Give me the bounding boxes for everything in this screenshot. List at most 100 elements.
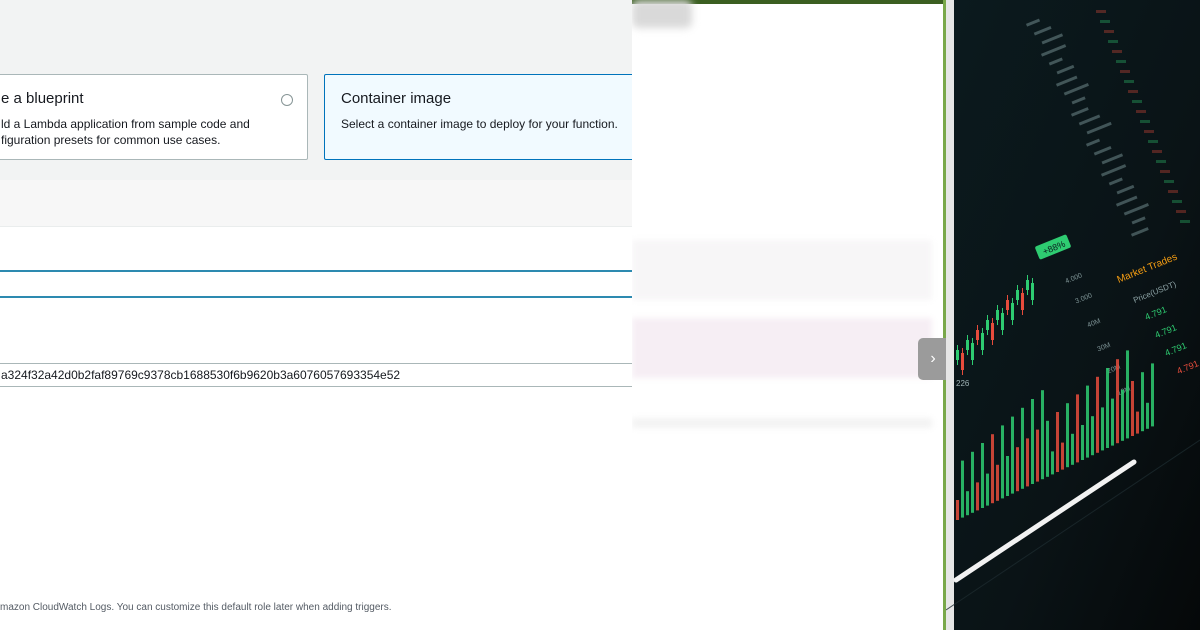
volume-bar <box>1066 403 1069 468</box>
volume-bar <box>986 473 989 506</box>
volume-bar <box>1096 376 1099 453</box>
volume-bar <box>1031 399 1034 484</box>
candle-body <box>986 320 989 330</box>
order-book-tick <box>1180 220 1190 223</box>
candle-body <box>1011 303 1014 320</box>
volume-bar <box>961 460 964 518</box>
volume-bar <box>1001 425 1004 499</box>
order-book-tick <box>1124 80 1134 83</box>
blurred-panel <box>632 0 946 630</box>
volume-bar <box>1036 429 1039 482</box>
order-book-tick <box>1096 10 1106 13</box>
volume-bar <box>1146 402 1149 429</box>
volume-bar <box>1101 407 1104 451</box>
volume-bar <box>1051 451 1054 475</box>
lambda-console: e a blueprint ld a Lambda application fr… <box>0 0 632 630</box>
candle-body <box>956 350 959 360</box>
order-book-tick <box>1156 160 1166 163</box>
image-uri-input[interactable] <box>0 296 632 298</box>
volume-bar <box>996 464 999 501</box>
candle-body <box>1001 313 1004 330</box>
volume-bar <box>1151 363 1154 427</box>
photo-left-edge <box>946 0 954 630</box>
volume-bar <box>1016 447 1019 492</box>
volume-bar <box>991 434 994 504</box>
blurred-text-line <box>632 418 932 428</box>
candle-body <box>1006 300 1009 310</box>
order-book-tick <box>1144 130 1154 133</box>
candle-body <box>1016 290 1019 300</box>
order-book-tick <box>1172 200 1182 203</box>
candle-body <box>976 330 979 340</box>
use-blueprint-option[interactable]: e a blueprint ld a Lambda application fr… <box>0 74 308 160</box>
candle-body <box>961 353 964 370</box>
volume-bar <box>1116 359 1119 444</box>
volume-bar <box>1081 425 1084 460</box>
order-book-tick <box>1112 50 1122 53</box>
trading-screen-photo: +88% Market Trades Price(USDT) 4.791 4.7… <box>946 0 1200 630</box>
order-book-tick <box>1108 40 1118 43</box>
volume-bar <box>956 500 959 520</box>
container-image-option[interactable]: Container image Select a container image… <box>324 74 632 160</box>
volume-bar <box>1121 389 1124 441</box>
volume-bar <box>1141 372 1144 432</box>
volume-bar <box>1136 411 1139 434</box>
volume-bar <box>1091 416 1094 456</box>
order-book-tick <box>1164 180 1174 183</box>
image-digest-field[interactable]: a324f32a42d0b2faf89769c9378cb1688530f6b9… <box>0 363 632 387</box>
blueprint-radio[interactable] <box>281 94 293 106</box>
order-book-tick <box>1176 210 1186 213</box>
order-book-tick <box>1140 120 1150 123</box>
volume-bar <box>1086 385 1089 458</box>
order-book-tick <box>1148 140 1158 143</box>
order-book-tick <box>1116 60 1126 63</box>
volume-bar <box>1071 433 1074 465</box>
section-header <box>0 180 632 227</box>
volume-bar <box>1026 438 1029 487</box>
order-book-tick <box>1168 190 1178 193</box>
order-book-tick <box>1120 70 1130 73</box>
volume-bar <box>1056 412 1059 472</box>
candle-body <box>1021 293 1024 310</box>
candle-body <box>1026 280 1029 290</box>
trading-photo-illustration: +88% Market Trades Price(USDT) 4.791 4.7… <box>946 0 1200 630</box>
volume-bar <box>966 491 969 516</box>
order-book-tick <box>1128 90 1138 93</box>
candle-body <box>981 333 984 350</box>
candle-body <box>996 310 999 320</box>
volume-bar <box>1006 456 1009 496</box>
volume-bar <box>1046 420 1049 477</box>
volume-bar <box>1061 442 1064 470</box>
candle-body <box>966 340 969 350</box>
axis-value: 226 <box>956 379 970 388</box>
blurred-text-block <box>632 240 932 300</box>
blueprint-option-description: ld a Lambda application from sample code… <box>1 117 250 147</box>
volume-bar <box>1021 407 1024 489</box>
volume-bar <box>981 443 984 508</box>
volume-bar <box>1126 350 1129 439</box>
volume-bar <box>1041 390 1044 480</box>
volume-bar <box>1011 416 1014 494</box>
function-name-input[interactable] <box>0 270 632 272</box>
candle-body <box>1031 283 1034 300</box>
container-option-title: Container image <box>341 90 452 107</box>
volume-bar <box>1131 381 1134 436</box>
order-book-tick <box>1104 30 1114 33</box>
volume-bar <box>1106 368 1109 448</box>
blueprint-option-title: e a blueprint <box>1 90 84 107</box>
execution-role-note: mazon CloudWatch Logs. You can customize… <box>0 602 392 613</box>
volume-bar <box>1111 398 1114 446</box>
order-book-tick <box>1160 170 1170 173</box>
order-book-tick <box>1132 100 1142 103</box>
volume-bar <box>976 482 979 511</box>
chevron-right-icon: › <box>930 350 936 367</box>
next-arrow-button[interactable]: › <box>918 338 948 380</box>
order-book-tick <box>1100 20 1110 23</box>
order-book-tick <box>1136 110 1146 113</box>
container-option-description: Select a container image to deploy for y… <box>341 117 618 131</box>
blurred-logo <box>632 0 692 28</box>
blurred-text-block <box>632 318 932 378</box>
volume-bar <box>971 451 974 513</box>
order-book-tick <box>1152 150 1162 153</box>
volume-bar <box>1076 394 1079 463</box>
